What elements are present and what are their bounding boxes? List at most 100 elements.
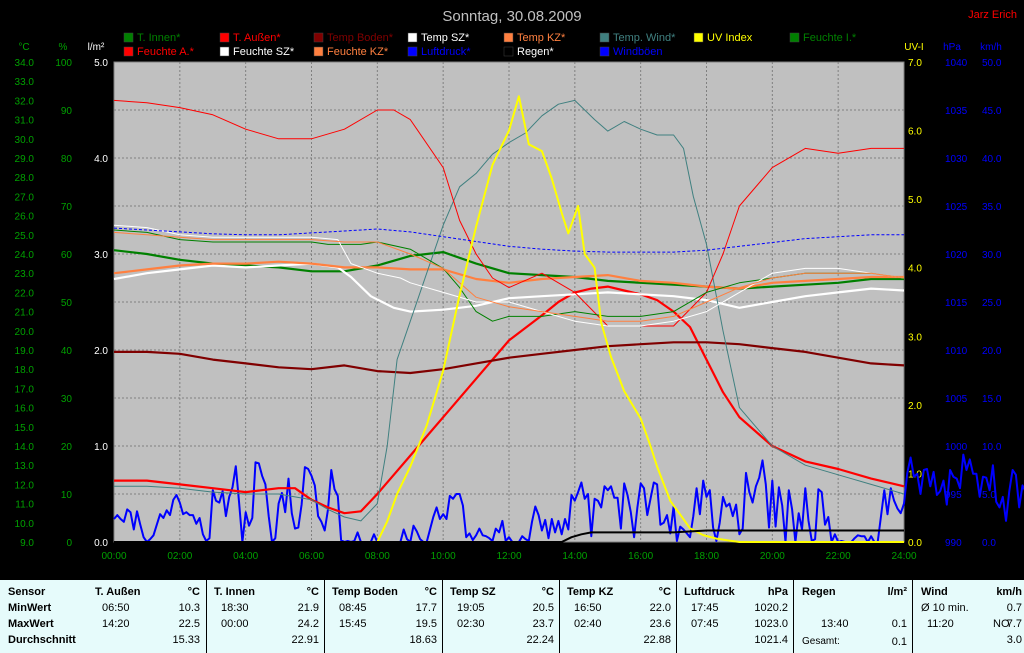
stats-max-value: 19.5 (415, 618, 437, 630)
stats-col-temp-kz: Temp KZ °C 16:50 22.0 02:40 23.6 22.88 (559, 580, 677, 653)
stats-max-time: 14:20 (102, 618, 130, 630)
stats-col-t-außen: T. Außen °C 06:50 10.3 14:20 22.5 15.33 (88, 580, 206, 653)
stats-unit: °C (658, 586, 671, 598)
axis-tick-wind: 15.0 (982, 394, 1002, 405)
rain-value: 0.1 (891, 618, 907, 630)
stats-min-value: 21.9 (297, 602, 319, 614)
axis-unit-wind: km/h (980, 42, 1002, 53)
weather-chart: °C 9.0 10.0 11.0 12.0 13.0 14.0 15.0 16.0 17.0 18.… (15, 8, 1024, 562)
stats-min-time: 17:45 (691, 602, 719, 614)
stats-avg-value: 18.63 (409, 634, 437, 646)
axis-tick-wind: 50.0 (982, 58, 1002, 69)
stats-sensor-name: T. Außen (95, 586, 141, 598)
axis-tick-temp: 12.0 (15, 480, 35, 491)
stats-unit: °C (424, 586, 437, 598)
legend-swatch (219, 32, 230, 43)
axis-tick-rain: 2.0 (94, 346, 108, 357)
x-tick-label: 10:00 (431, 551, 456, 562)
axis-tick-temp: 31.0 (15, 116, 35, 127)
legend-swatch (599, 46, 610, 57)
legend-swatch (219, 46, 230, 57)
axis-tick-uv: 5.0 (908, 195, 922, 206)
legend-label: T. Innen* (137, 32, 181, 44)
axis-tick-wind: 30.0 (982, 250, 1002, 261)
stats-avg-value: 22.88 (643, 634, 671, 646)
stats-min-value: 10.3 (178, 602, 200, 614)
stats-min-time: 16:50 (574, 602, 602, 614)
author-label: Jarz Erich (968, 9, 1017, 21)
stats-min-value: 17.7 (415, 602, 437, 614)
legend-swatch (407, 46, 418, 57)
axis-tick-temp: 22.0 (15, 288, 35, 299)
x-tick-label: 22:00 (826, 551, 851, 562)
axis-tick-temp: 16.0 (15, 404, 35, 415)
axis-tick-temp: 33.0 (15, 77, 35, 88)
axis-tick-hum: 30 (61, 394, 73, 405)
stats-max-time: 07:45 (691, 618, 719, 630)
axis-tick-press: 1000 (945, 442, 968, 453)
stats-sensor-name: Temp Boden (332, 586, 398, 598)
axis-tick-press: 1025 (945, 202, 968, 213)
wind-max-time: 11:20 (927, 618, 954, 630)
stats-min-time: 06:50 (102, 602, 130, 614)
legend-label: UV Index (707, 32, 753, 44)
stats-min-value: 20.5 (532, 602, 554, 614)
legend-label: Feuchte I.* (803, 32, 857, 44)
legend-swatch (313, 46, 324, 57)
axis-tick-uv: 0.0 (908, 538, 922, 549)
axis-tick-wind: 40.0 (982, 154, 1002, 165)
stats-max-time: 02:40 (574, 618, 602, 630)
axis-tick-rain: 1.0 (94, 442, 108, 453)
axis-unit-temp: °C (18, 42, 29, 53)
axis-tick-hum: 70 (61, 202, 73, 213)
axis-tick-temp: 13.0 (15, 461, 35, 472)
legend-label: Feuchte A.* (137, 46, 195, 58)
axis-tick-rain: 5.0 (94, 58, 108, 69)
legend-swatch (599, 32, 610, 43)
axis-tick-wind: 35.0 (982, 202, 1002, 213)
axis-tick-press: 1035 (945, 106, 968, 117)
axis-tick-temp: 21.0 (15, 308, 35, 319)
axis-tick-wind: 5.0 (982, 490, 996, 501)
axis-tick-temp: 20.0 (15, 327, 35, 338)
stats-col-rain: Regen l/m² 13:40 0.1 Gesamt: 0.1 (793, 580, 913, 653)
stats-label-avg: Durchschnitt (8, 634, 76, 646)
wind-title: Wind (921, 586, 948, 598)
x-tick-label: 02:00 (167, 551, 192, 562)
axis-tick-wind: 45.0 (982, 106, 1002, 117)
legend-swatch (789, 32, 800, 43)
stats-sensor-name: T. Innen (214, 586, 255, 598)
axis-tick-temp: 30.0 (15, 135, 35, 146)
stats-min-time: 08:45 (339, 602, 367, 614)
stats-unit: °C (541, 586, 554, 598)
stats-avg-value: 22.24 (526, 634, 554, 646)
stats-unit: hPa (767, 586, 788, 598)
stats-max-value: 23.7 (532, 618, 554, 630)
stats-max-value: 1023.0 (754, 618, 788, 630)
legend-label: Temp KZ* (517, 32, 566, 44)
legend-swatch (313, 32, 324, 43)
stats-label-min: MinWert (8, 602, 52, 614)
axis-tick-temp: 14.0 (15, 442, 35, 453)
axis-tick-temp: 19.0 (15, 346, 35, 357)
axis-tick-hum: 100 (55, 58, 72, 69)
wind-unit: km/h (996, 586, 1022, 598)
axis-tick-hum: 60 (61, 250, 73, 261)
x-tick-label: 04:00 (233, 551, 258, 562)
wind-avg-label: Ø 10 min. (921, 602, 969, 614)
axis-tick-hum: 90 (61, 106, 73, 117)
axis-tick-wind: 0.0 (982, 538, 996, 549)
stats-col-temp-sz: Temp SZ °C 19:05 20.5 02:30 23.7 22.24 (442, 580, 560, 653)
axis-tick-temp: 34.0 (15, 58, 35, 69)
stats-sensor-name: Temp KZ (567, 586, 614, 598)
chart-title: Sonntag, 30.08.2009 (442, 8, 581, 25)
axis-tick-temp: 18.0 (15, 365, 35, 376)
stats-max-time: 00:00 (221, 618, 249, 630)
axis-tick-uv: 3.0 (908, 332, 922, 343)
x-tick-label: 12:00 (496, 551, 521, 562)
axis-tick-press: 1005 (945, 394, 968, 405)
axis-tick-hum: 40 (61, 346, 73, 357)
axis-tick-temp: 32.0 (15, 96, 35, 107)
axis-unit-rain: l/m² (88, 42, 105, 53)
stats-row-labels: Sensor MinWert MaxWert Durchschnitt (0, 580, 88, 653)
